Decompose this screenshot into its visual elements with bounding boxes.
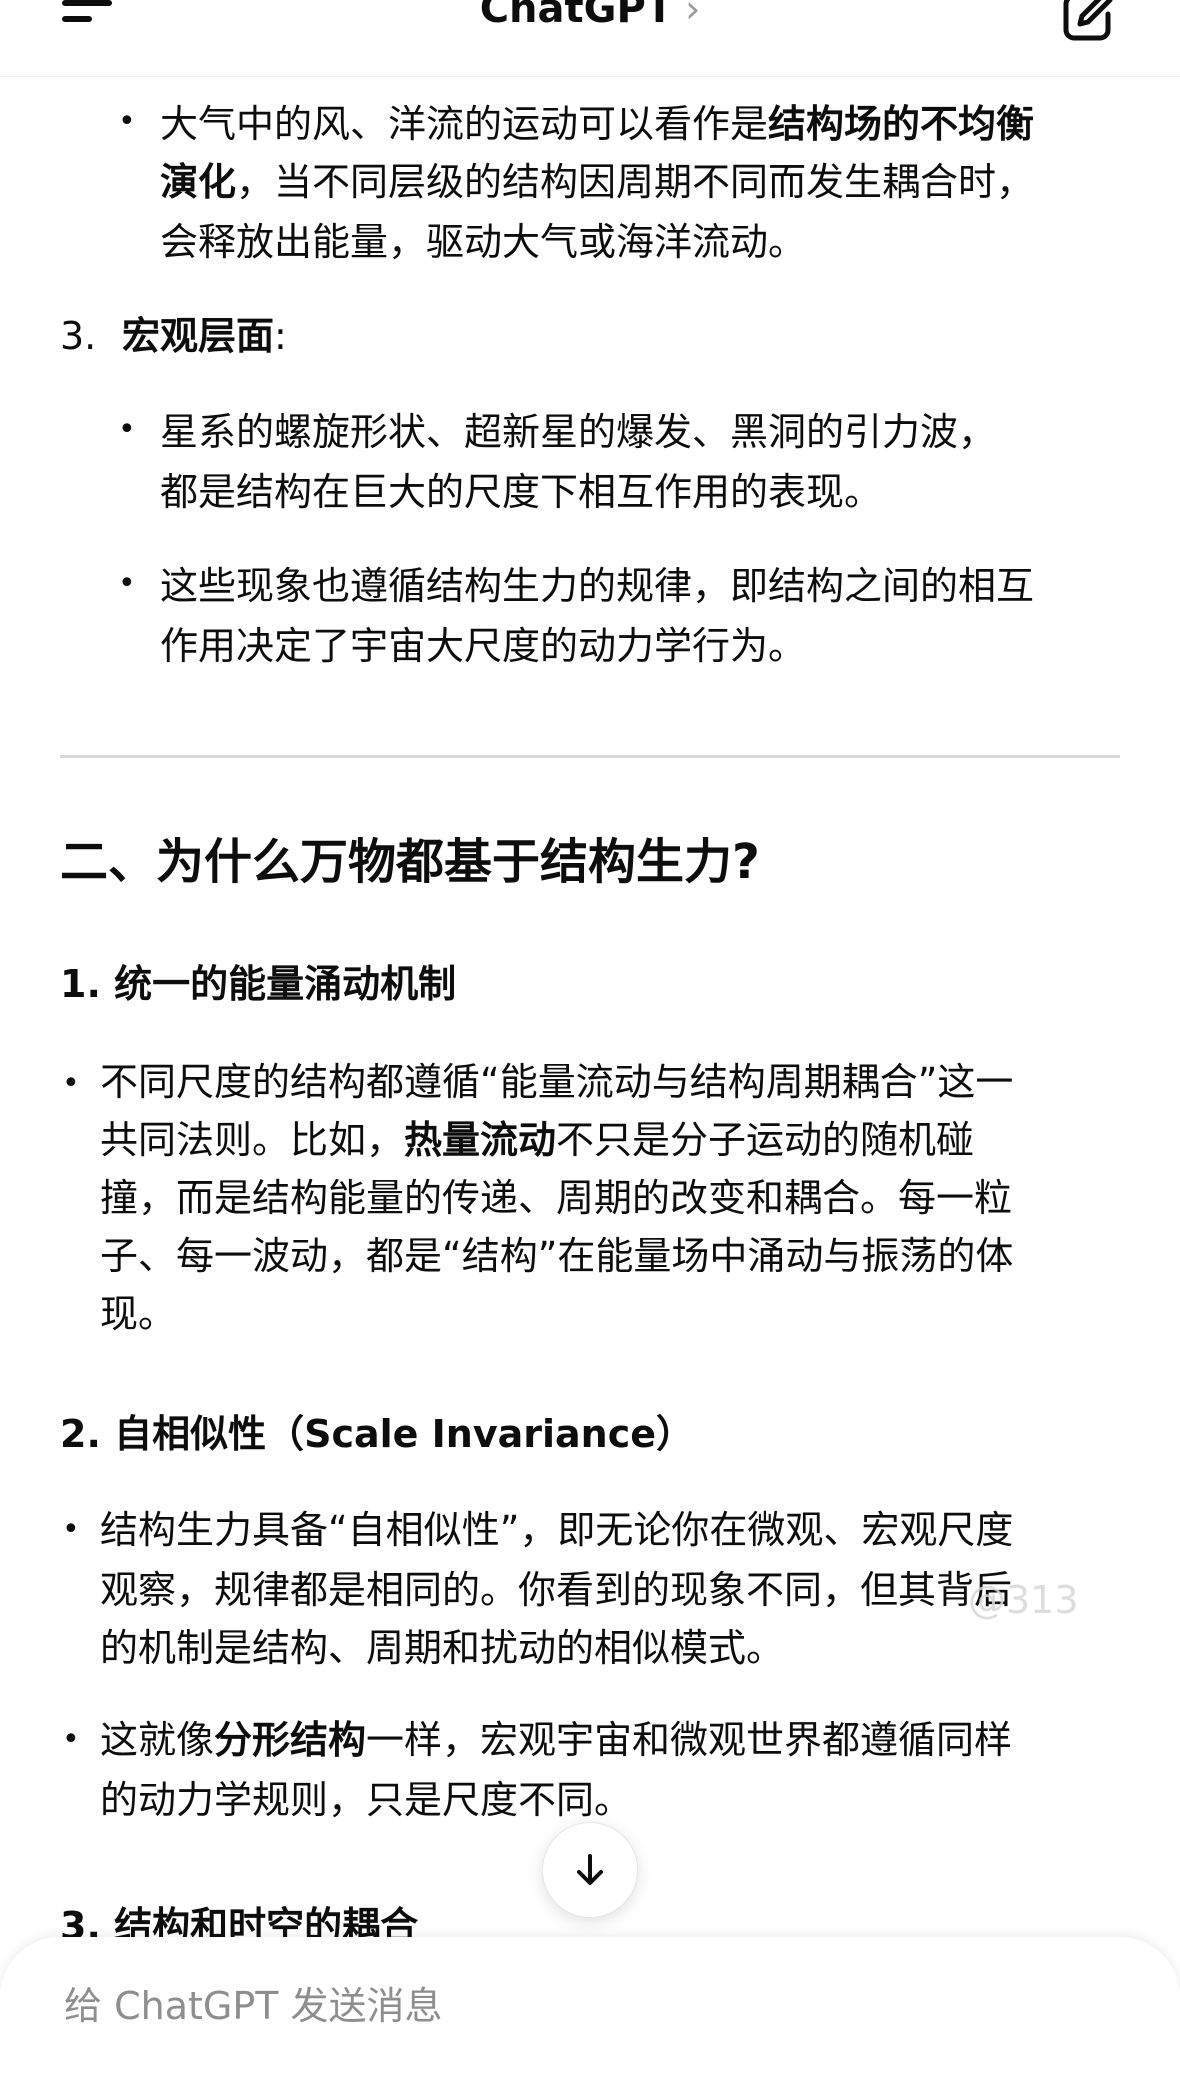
section-heading: 二、为什么万物都基于结构生力?	[60, 834, 760, 890]
bold-text: 演化	[160, 160, 237, 204]
paragraph-line: 撞，而是结构能量的传递、周期的改变和耦合。每一粒	[100, 1176, 1013, 1220]
arrow-down-icon	[577, 1854, 603, 1885]
bold-text: 分形结构	[214, 1718, 367, 1762]
text-span: 大气中的风、洋流的运动可以看作是	[160, 102, 769, 146]
paragraph-line: 这就像分形结构一样，宏观宇宙和微观世界都遵循同样	[100, 1710, 1012, 1770]
text-span: 这就像	[100, 1718, 215, 1762]
paragraph-line: 都是结构在巨大的尺度下相互作用的表现。	[160, 470, 883, 514]
paragraph-line: 的机制是结构、周期和扰动的相似模式。	[100, 1626, 785, 1670]
app-title: ChatGPT	[479, 0, 674, 32]
bullet-marker: •	[62, 1512, 80, 1547]
text-span: 共同法则。比如，	[100, 1118, 405, 1162]
model-selector[interactable]: ChatGPT ›	[0, 0, 1180, 32]
bullet-marker: •	[118, 104, 136, 139]
text-span: 不只是分子运动的随机碰	[556, 1118, 975, 1162]
text-span: 一样，宏观宇宙和微观世界都遵循同样	[366, 1718, 1013, 1762]
top-bar: ChatGPT ›	[0, 0, 1180, 77]
chat-page: ChatGPT › • 大气中的风、洋流的运动可以看作是结构场的不均衡 演化，当不…	[0, 0, 1180, 2098]
watermark-text: @313	[968, 1578, 1079, 1622]
text-span: :	[274, 314, 287, 358]
list-number: 3.	[60, 314, 97, 358]
paragraph-line: 子、每一波动，都是“结构”在能量场中涌动与振荡的体	[100, 1234, 1014, 1278]
bullet-marker: •	[118, 412, 136, 447]
subsection-heading: 2. 自相似性（Scale Invariance）	[60, 1412, 695, 1456]
paragraph-line: 会释放出能量，驱动大气或海洋流动。	[160, 220, 807, 264]
bullet-marker: •	[118, 566, 136, 601]
list-item-label: 宏观层面:	[122, 306, 287, 366]
scroll-to-bottom-button[interactable]	[542, 1822, 638, 1918]
subsection-heading: 1. 统一的能量涌动机制	[60, 962, 457, 1006]
paragraph-line: 不同尺度的结构都遵循“能量流动与结构周期耦合”这一	[100, 1060, 1014, 1104]
message-composer	[0, 1937, 1180, 2098]
bullet-marker: •	[62, 1722, 80, 1757]
paragraph-line: 作用决定了宇宙大尺度的动力学行为。	[160, 624, 807, 668]
text-span: ，当不同层级的结构因周期不同而发生耦合时，	[236, 160, 1035, 204]
bullet-marker: •	[62, 1066, 80, 1101]
bold-text: 热量流动	[404, 1118, 557, 1162]
paragraph-line: 这些现象也遵循结构生力的规律，即结构之间的相互	[160, 564, 1035, 608]
bold-text: 结构场的不均衡	[768, 102, 1035, 146]
paragraph-line: 演化，当不同层级的结构因周期不同而发生耦合时，	[160, 152, 1034, 212]
chevron-right-icon: ›	[685, 0, 701, 31]
paragraph-line: 星系的螺旋形状、超新星的爆发、黑洞的引力波，	[160, 410, 997, 454]
paragraph-line: 共同法则。比如，热量流动不只是分子运动的随机碰	[100, 1110, 974, 1170]
paragraph-line: 观察，规律都是相同的。你看到的现象不同，但其背后	[100, 1568, 1013, 1612]
paragraph-line: 的动力学规则，只是尺度不同。	[100, 1778, 633, 1822]
paragraph-line: 结构生力具备“自相似性”，即无论你在微观、宏观尺度	[100, 1508, 1014, 1552]
section-divider	[60, 755, 1120, 758]
paragraph-line: 现。	[100, 1292, 177, 1336]
new-chat-compose-icon[interactable]	[1060, 0, 1116, 44]
paragraph-line: 大气中的风、洋流的运动可以看作是结构场的不均衡	[160, 94, 1034, 154]
bold-text: 宏观层面	[122, 314, 275, 358]
message-input[interactable]	[62, 1975, 1126, 2037]
